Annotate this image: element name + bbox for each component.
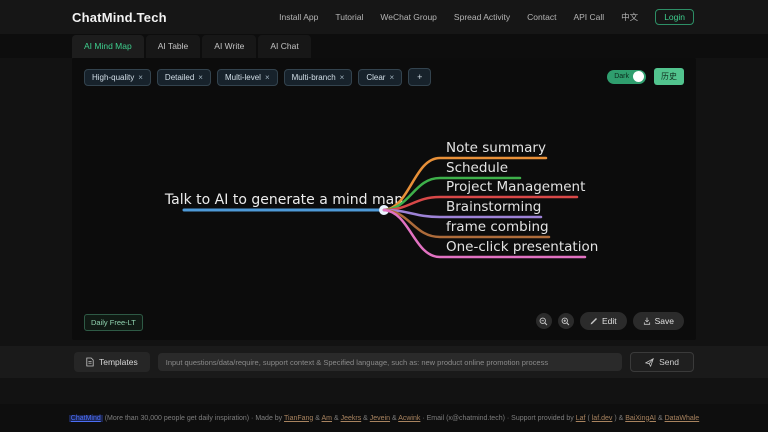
- branch-label: Project Management: [446, 179, 585, 195]
- nav-tutorial[interactable]: Tutorial: [335, 12, 363, 22]
- root-label: Talk to AI to generate a mind map: [164, 192, 403, 208]
- save-icon: [643, 317, 651, 325]
- chip-multi-level[interactable]: Multi-level ×: [217, 69, 278, 86]
- send-button[interactable]: Send: [630, 352, 694, 372]
- nav-wechat-group[interactable]: WeChat Group: [380, 12, 437, 22]
- nav-api-call[interactable]: API Call: [573, 12, 604, 22]
- tab-ai-write[interactable]: AI Write: [202, 35, 256, 58]
- pencil-icon: [590, 317, 598, 325]
- chip-remove-icon[interactable]: ×: [198, 73, 203, 82]
- support-link-datawhale[interactable]: DataWhale: [665, 415, 700, 422]
- support-link-lafdev[interactable]: laf.dev: [592, 415, 613, 422]
- send-label: Send: [659, 357, 679, 367]
- chip-remove-icon[interactable]: ×: [265, 73, 270, 82]
- chip-clear[interactable]: Clear ×: [358, 69, 402, 86]
- support-link-baixingai[interactable]: BaiXingAI: [625, 415, 656, 422]
- top-nav: Install App Tutorial WeChat Group Spread…: [279, 9, 694, 25]
- dark-mode-label: Dark: [614, 73, 629, 80]
- chip-detailed[interactable]: Detailed ×: [157, 69, 211, 86]
- branch-label: Schedule: [446, 160, 508, 176]
- zoom-in-button[interactable]: [558, 313, 574, 329]
- daily-free-badge: Daily Free-LT: [84, 314, 143, 331]
- nav-contact[interactable]: Contact: [527, 12, 556, 22]
- app-logo: ChatMind.Tech: [72, 10, 167, 25]
- prompt-input[interactable]: [158, 353, 622, 371]
- nav-language-switch[interactable]: 中文: [621, 11, 638, 23]
- document-icon: [86, 357, 94, 367]
- chip-label: Multi-level: [225, 73, 261, 82]
- footer-tagline: (More than 30,000 people get daily inspi…: [105, 415, 249, 422]
- chip-label: Clear: [366, 73, 385, 82]
- tab-bar: AI Mind Map AI Table AI Write AI Chat: [0, 34, 768, 58]
- save-button[interactable]: Save: [633, 312, 684, 330]
- footer-support: · Support provided by: [507, 415, 574, 422]
- edit-label: Edit: [602, 316, 617, 326]
- chip-remove-icon[interactable]: ×: [138, 73, 143, 82]
- chip-remove-icon[interactable]: ×: [389, 73, 394, 82]
- support-link-laf[interactable]: Laf: [576, 415, 586, 422]
- footer-made-by: · Made by: [251, 415, 282, 422]
- templates-button[interactable]: Templates: [74, 352, 150, 372]
- plus-icon: +: [417, 72, 422, 82]
- tab-ai-mind-map[interactable]: AI Mind Map: [72, 35, 144, 58]
- chip-high-quality[interactable]: High-quality ×: [84, 69, 151, 86]
- chip-label: High-quality: [92, 73, 134, 82]
- branch-label: One-click presentation: [446, 239, 598, 255]
- login-button[interactable]: Login: [655, 9, 694, 25]
- canvas-top-right-controls: Dark 历史: [607, 68, 684, 85]
- zoom-out-button[interactable]: [536, 313, 552, 329]
- edit-button[interactable]: Edit: [580, 312, 627, 330]
- footer-text: ChatMind (More than 30,000 people get da…: [69, 415, 699, 422]
- branch-label: Brainstorming: [446, 199, 541, 215]
- author-link-am[interactable]: Am: [322, 415, 333, 422]
- zoom-in-icon: [561, 317, 570, 326]
- tab-ai-table[interactable]: AI Table: [146, 35, 201, 58]
- author-link-jeekrs[interactable]: Jeekrs: [341, 415, 362, 422]
- chip-label: Detailed: [165, 73, 194, 82]
- footer-email: · Email (x@chatmind.tech): [422, 415, 505, 422]
- nav-install-app[interactable]: Install App: [279, 12, 318, 22]
- chip-multi-branch[interactable]: Multi-branch ×: [284, 69, 353, 86]
- send-icon: [645, 358, 654, 367]
- toggle-knob: [633, 71, 644, 82]
- mindmap-root-node[interactable]: Talk to AI to generate a mind map: [164, 192, 403, 215]
- history-button[interactable]: 历史: [654, 68, 684, 85]
- canvas-bottom-right-controls: Edit Save: [536, 312, 684, 330]
- community-link[interactable]: ChatMind: [69, 415, 103, 422]
- save-label: Save: [655, 316, 674, 326]
- separator: ) &: [614, 415, 623, 422]
- separator: (: [587, 415, 589, 422]
- separator: &: [315, 415, 320, 422]
- separator: &: [363, 415, 368, 422]
- tab-ai-chat[interactable]: AI Chat: [258, 35, 310, 58]
- mindmap-branch[interactable]: Brainstorming: [384, 199, 541, 217]
- add-chip-button[interactable]: +: [408, 68, 431, 86]
- separator: &: [334, 415, 339, 422]
- branch-label: frame combing: [446, 219, 549, 235]
- page-footer: ChatMind (More than 30,000 people get da…: [0, 404, 768, 432]
- branch-label: Note summary: [446, 140, 546, 156]
- separator: &: [392, 415, 397, 422]
- prompt-chips-row: High-quality × Detailed × Multi-level × …: [84, 68, 431, 86]
- canvas-bottom-left: Daily Free-LT: [84, 312, 143, 330]
- author-link-tianfang[interactable]: TianFang: [284, 415, 313, 422]
- mindmap-canvas: Talk to AI to generate a mind map Note s…: [72, 58, 696, 340]
- chip-remove-icon[interactable]: ×: [340, 73, 345, 82]
- composer-bar: Templates Send: [0, 346, 768, 378]
- author-link-acwink[interactable]: Acwink: [398, 415, 420, 422]
- app-header: ChatMind.Tech Install App Tutorial WeCha…: [0, 0, 768, 34]
- author-link-jevein[interactable]: Jevein: [370, 415, 390, 422]
- templates-label: Templates: [99, 357, 138, 367]
- dark-mode-toggle[interactable]: Dark: [607, 70, 646, 84]
- zoom-out-icon: [539, 317, 548, 326]
- mindmap-graphic: Talk to AI to generate a mind map Note s…: [72, 58, 696, 340]
- nav-spread-activity[interactable]: Spread Activity: [454, 12, 510, 22]
- separator: &: [658, 415, 663, 422]
- chip-label: Multi-branch: [292, 73, 336, 82]
